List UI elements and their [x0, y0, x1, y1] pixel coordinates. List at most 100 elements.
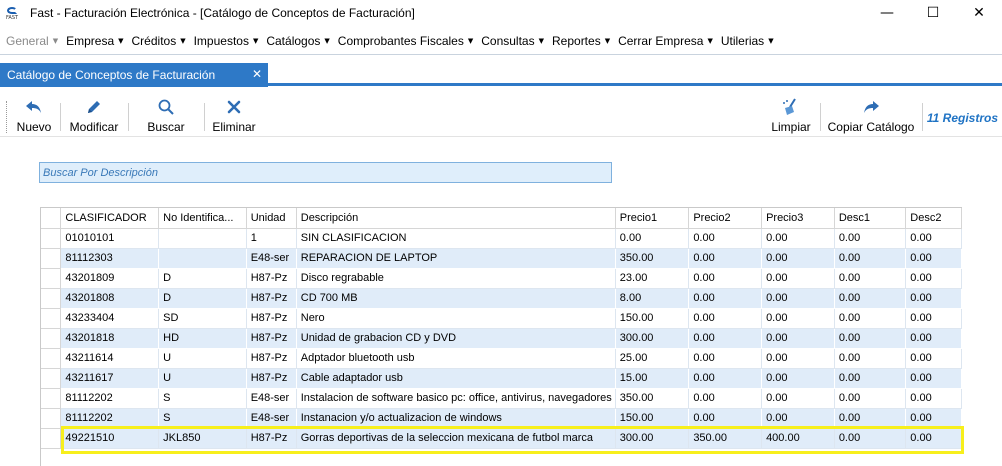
table-cell[interactable]: Adptador bluetooth usb	[296, 348, 616, 369]
nuevo-button[interactable]: Nuevo	[14, 97, 54, 135]
table-cell[interactable]: 01010101	[60, 228, 160, 249]
table-cell[interactable]: 300.00	[615, 428, 690, 449]
table-cell[interactable]: 0.00	[761, 348, 835, 369]
menu-utilerias[interactable]: Utilerias ▼	[721, 34, 774, 48]
table-cell[interactable]: 0.00	[834, 248, 907, 269]
table-cell[interactable]: REPARACION DE LAPTOP	[296, 248, 616, 269]
table-cell[interactable]: 0.00	[834, 288, 907, 309]
table-cell[interactable]: 0.00	[761, 288, 835, 309]
table-cell[interactable]: 0.00	[905, 428, 962, 449]
search-input[interactable]	[43, 166, 611, 179]
table-cell[interactable]: 1	[246, 228, 297, 249]
row-selector[interactable]	[41, 408, 62, 429]
table-cell[interactable]: 0.00	[905, 248, 962, 269]
table-cell[interactable]: JKL850	[158, 428, 247, 449]
table-cell[interactable]: Gorras deportivas de la seleccion mexica…	[296, 428, 616, 449]
table-cell[interactable]: 15.00	[615, 368, 690, 389]
table-cell[interactable]: 0.00	[905, 408, 962, 429]
column-header[interactable]: Descripción	[296, 208, 616, 229]
limpiar-button[interactable]: Limpiar	[768, 97, 814, 135]
column-header[interactable]: Precio3	[761, 208, 835, 229]
table-cell[interactable]: 49221510	[60, 428, 160, 449]
table-cell[interactable]: 43201809	[60, 268, 160, 289]
table-cell[interactable]: 0.00	[688, 348, 763, 369]
table-cell[interactable]: 81112202	[60, 408, 160, 429]
table-cell[interactable]: 350.00	[615, 248, 690, 269]
table-cell[interactable]: 0.00	[688, 268, 763, 289]
table-cell[interactable]: 0.00	[761, 328, 835, 349]
eliminar-button[interactable]: Eliminar	[210, 97, 258, 135]
table-cell[interactable]: 150.00	[615, 408, 690, 429]
table-cell[interactable]: Instalacion de software basico pc: offic…	[296, 388, 616, 409]
table-cell[interactable]: H87-Pz	[246, 268, 297, 289]
buscar-button[interactable]: Buscar	[144, 97, 188, 135]
table-cell[interactable]: Nero	[296, 308, 616, 329]
table-cell[interactable]: 43211614	[60, 348, 160, 369]
row-selector[interactable]	[41, 328, 62, 349]
table-cell[interactable]: Cable adaptador usb	[296, 368, 616, 389]
table-cell[interactable]: 8.00	[615, 288, 690, 309]
row-selector[interactable]	[41, 348, 62, 369]
row-selector[interactable]	[41, 388, 62, 409]
table-row[interactable]: 01010101 1 SIN CLASIFICACION 0.00 0.00 0.00 0.…	[41, 228, 962, 249]
table-cell[interactable]: 0.00	[905, 368, 962, 389]
table-cell[interactable]: Disco regrabable	[296, 268, 616, 289]
table-cell[interactable]: 81112202	[60, 388, 160, 409]
table-cell[interactable]: 0.00	[834, 388, 907, 409]
table-cell[interactable]: 43233404	[60, 308, 160, 329]
table-cell[interactable]: D	[158, 268, 247, 289]
table-cell[interactable]: H87-Pz	[246, 288, 297, 309]
table-cell[interactable]: 0.00	[905, 288, 962, 309]
table-cell[interactable]: 150.00	[615, 308, 690, 329]
menu-cerrar-empresa[interactable]: Cerrar Empresa ▼	[618, 34, 713, 48]
table-cell[interactable]: 0.00	[688, 368, 763, 389]
table-cell[interactable]: SD	[158, 308, 247, 329]
table-cell[interactable]: 0.00	[761, 268, 835, 289]
table-row[interactable]: 81112303 E48-ser REPARACION DE LAPTOP 350.0…	[41, 248, 962, 269]
table-cell[interactable]: 0.00	[834, 348, 907, 369]
table-cell[interactable]: 0.00	[834, 428, 907, 449]
column-header[interactable]: No Identifica...	[158, 208, 247, 229]
table-cell[interactable]	[158, 228, 247, 249]
table-cell[interactable]: 0.00	[761, 228, 835, 249]
table-cell[interactable]: S	[158, 388, 247, 409]
table-row[interactable]: 43233404 SD H87-Pz Nero 150.00 0.00 0.00 0.00 0.…	[41, 308, 962, 329]
column-header[interactable]: Precio1	[615, 208, 690, 229]
table-cell[interactable]: 0.00	[615, 228, 690, 249]
menu-empresa[interactable]: Empresa ▼	[66, 34, 123, 48]
table-cell[interactable]: E48-ser	[246, 408, 297, 429]
table-cell[interactable]: 0.00	[688, 288, 763, 309]
table-cell[interactable]: 0.00	[761, 248, 835, 269]
table-cell[interactable]: 0.00	[761, 408, 835, 429]
table-cell[interactable]: 0.00	[905, 308, 962, 329]
table-cell[interactable]: U	[158, 368, 247, 389]
table-cell[interactable]: E48-ser	[246, 248, 297, 269]
table-cell[interactable]: 43211617	[60, 368, 160, 389]
table-cell[interactable]: 0.00	[688, 408, 763, 429]
table-row[interactable]: 43201808 D H87-Pz CD 700 MB 8.00 0.00 0.00 0.00…	[41, 288, 962, 309]
table-cell[interactable]: 0.00	[905, 348, 962, 369]
table-cell[interactable]: HD	[158, 328, 247, 349]
table-cell[interactable]: H87-Pz	[246, 368, 297, 389]
table-cell[interactable]: 0.00	[834, 308, 907, 329]
menu-creditos[interactable]: Créditos ▼	[132, 34, 186, 48]
table-row[interactable]: 49221510 JKL850 H87-Pz Gorras deportivas de…	[41, 428, 962, 449]
table-cell[interactable]: 0.00	[761, 368, 835, 389]
table-cell[interactable]: E48-ser	[246, 388, 297, 409]
table-cell[interactable]: 350.00	[688, 428, 763, 449]
table-cell[interactable]: 0.00	[688, 328, 763, 349]
table-cell[interactable]: 0.00	[688, 228, 763, 249]
menu-reportes[interactable]: Reportes ▼	[552, 34, 610, 48]
copiar-catalogo-button[interactable]: Copiar Catálogo	[826, 97, 916, 135]
table-cell[interactable]: H87-Pz	[246, 328, 297, 349]
menu-catalogos[interactable]: Catálogos ▼	[266, 34, 329, 48]
table-cell[interactable]: 0.00	[905, 268, 962, 289]
minimize-button[interactable]: —	[864, 0, 910, 26]
table-cell[interactable]: H87-Pz	[246, 348, 297, 369]
table-row[interactable]: 43211614 U H87-Pz Adptador bluetooth usb 25.…	[41, 348, 962, 369]
row-selector[interactable]	[41, 368, 62, 389]
table-cell[interactable]: 81112303	[60, 248, 160, 269]
table-cell[interactable]: 0.00	[905, 228, 962, 249]
table-row[interactable]: 43201818 HD H87-Pz Unidad de grabacion CD y…	[41, 328, 962, 349]
table-cell[interactable]: 23.00	[615, 268, 690, 289]
